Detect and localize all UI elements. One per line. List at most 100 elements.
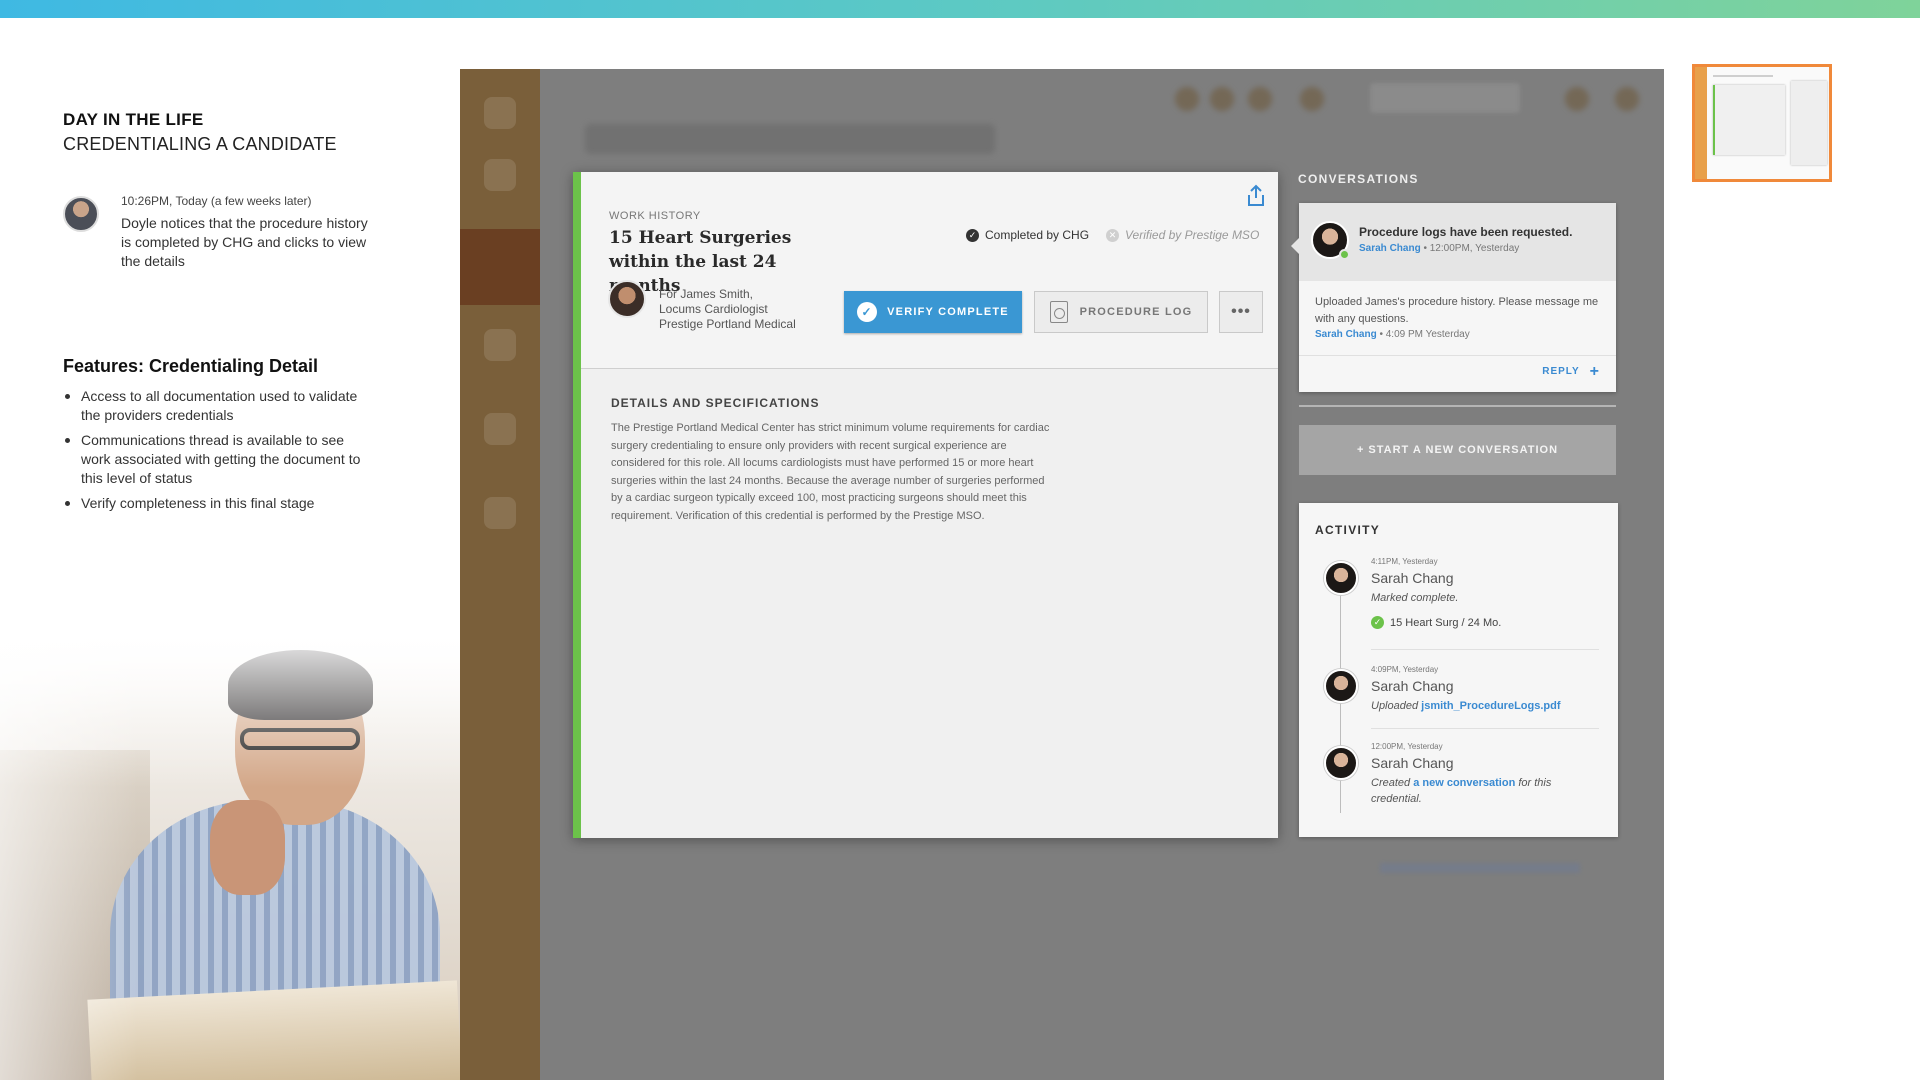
online-status-icon xyxy=(1339,249,1350,260)
activity-user: Sarah Chang xyxy=(1371,570,1454,586)
features-list: Access to all documentation used to vali… xyxy=(63,387,393,513)
reply-label: REPLY xyxy=(1542,366,1580,377)
conversation-message: Uploaded James's procedure history. Plea… xyxy=(1315,296,1599,325)
persona-photo xyxy=(0,630,460,1080)
share-icon[interactable] xyxy=(1246,184,1266,208)
start-new-conversation-button[interactable]: + START A NEW CONVERSATION xyxy=(1299,425,1616,475)
file-link[interactable]: jsmith_ProcedureLogs.pdf xyxy=(1421,700,1560,712)
sarah-avatar xyxy=(1324,669,1358,703)
thumbnail-card xyxy=(1713,85,1785,155)
candidate-info: For James Smith, Locums Cardiologist Pre… xyxy=(659,287,796,332)
procedure-log-label: PROCEDURE LOG xyxy=(1079,306,1193,318)
details-body: The Prestige Portland Medical Center has… xyxy=(611,422,1050,522)
activity-heading: ACTIVITY xyxy=(1315,523,1381,537)
screen-thumbnail[interactable] xyxy=(1692,64,1832,182)
sarah-avatar xyxy=(1324,746,1358,780)
candidate-role: Locums Cardiologist xyxy=(659,302,768,316)
candidate-avatar xyxy=(608,280,646,318)
conversation-link[interactable]: a new conversation xyxy=(1413,777,1515,789)
details-heading: DETAILS AND SPECIFICATIONS xyxy=(611,396,820,410)
feature-item: Verify completeness in this final stage xyxy=(63,494,373,513)
activity-time: 4:11PM, Yesterday xyxy=(1371,557,1438,566)
conversation-subject: Procedure logs have been requested. xyxy=(1359,225,1573,239)
status-verified-mso: ✕ Verified by Prestige MSO xyxy=(1106,228,1259,242)
top-gradient-bar xyxy=(0,0,1920,18)
activity-description: Marked complete. xyxy=(1371,592,1459,604)
meta-time: • 12:00PM, Yesterday xyxy=(1420,243,1520,254)
activity-text: Uploaded xyxy=(1371,700,1422,712)
meta-time: • 4:09 PM Yesterday xyxy=(1376,329,1470,340)
doyle-avatar xyxy=(63,196,99,232)
activity-panel: ACTIVITY 4:11PM, Yesterday Sarah Chang M… xyxy=(1299,503,1618,837)
status-chg-label: Completed by CHG xyxy=(985,228,1090,242)
app-sidebar xyxy=(460,69,540,1080)
x-circle-icon: ✕ xyxy=(1106,228,1119,242)
activity-description: Uploaded jsmith_ProcedureLogs.pdf xyxy=(1371,698,1596,714)
narrative-panel: DAY IN THE LIFE CREDENTIALING A CANDIDAT… xyxy=(63,110,393,511)
blurred-header-icon xyxy=(1210,87,1234,111)
thumbnail-sidebar xyxy=(1695,67,1707,179)
blurred-link xyxy=(1380,863,1580,873)
nav-item-icon xyxy=(484,329,516,361)
reply-button[interactable]: REPLY + xyxy=(1542,362,1600,380)
blurred-header-icon xyxy=(1300,87,1324,111)
step-time: 10:26PM, Today (a few weeks later) xyxy=(121,194,312,208)
plus-icon: + xyxy=(1589,362,1600,380)
candidate-name: For James Smith, xyxy=(659,287,754,301)
thumbnail-title xyxy=(1713,75,1773,77)
credential-detail-card: WORK HISTORY 15 Heart Surgeries within t… xyxy=(573,172,1278,838)
sarah-avatar xyxy=(1324,561,1358,595)
divider xyxy=(1299,405,1616,407)
status-completed-chg: ✓ Completed by CHG xyxy=(966,228,1089,242)
message-meta: Sarah Chang • 4:09 PM Yesterday xyxy=(1315,329,1470,340)
more-options-button[interactable]: ••• xyxy=(1219,291,1263,333)
nav-item-icon xyxy=(484,497,516,529)
nav-item-icon xyxy=(484,159,516,191)
check-icon: ✓ xyxy=(857,302,878,322)
nav-active-item xyxy=(460,229,540,305)
step-description: Doyle notices that the procedure history… xyxy=(121,215,368,269)
credential-tag-label: 15 Heart Surg / 24 Mo. xyxy=(1390,616,1502,629)
divider xyxy=(1371,649,1599,650)
photo-fade xyxy=(0,630,460,1080)
status-accent-bar xyxy=(573,172,581,838)
blurred-header-icon xyxy=(1565,87,1589,111)
check-circle-icon: ✓ xyxy=(966,228,979,242)
pdf-icon xyxy=(1049,301,1068,323)
nav-logo-icon xyxy=(484,97,516,129)
procedure-log-button[interactable]: PROCEDURE LOG xyxy=(1034,291,1208,333)
author-link[interactable]: Sarah Chang xyxy=(1359,243,1421,254)
eyebrow-subtitle: CREDENTIALING A CANDIDATE xyxy=(63,134,337,154)
activity-time: 4:09PM, Yesterday xyxy=(1371,665,1439,674)
app-screenshot: WORK HISTORY 15 Heart Surgeries within t… xyxy=(460,69,1664,1080)
nav-item-icon xyxy=(484,413,516,445)
blurred-header-icon xyxy=(1248,87,1272,111)
activity-text: Created xyxy=(1371,777,1414,789)
feature-item: Access to all documentation used to vali… xyxy=(63,387,373,425)
blurred-header-icon xyxy=(1175,87,1199,111)
blurred-page-title xyxy=(585,124,995,154)
conversation-meta: Sarah Chang • 12:00PM, Yesterday xyxy=(1359,243,1519,254)
conversation-thread[interactable]: Procedure logs have been requested. Sara… xyxy=(1291,203,1616,392)
divider xyxy=(1299,355,1616,356)
blurred-search xyxy=(1370,83,1520,113)
divider xyxy=(1371,728,1599,729)
conversations-heading: CONVERSATIONS xyxy=(1298,172,1419,186)
section-label: WORK HISTORY xyxy=(609,210,701,222)
eyebrow-title: DAY IN THE LIFE xyxy=(63,110,204,129)
candidate-facility: Prestige Portland Medical xyxy=(659,317,796,331)
credential-tag: ✓ 15 Heart Surg / 24 Mo. xyxy=(1371,616,1501,629)
feature-item: Communications thread is available to se… xyxy=(63,431,373,488)
activity-user: Sarah Chang xyxy=(1371,678,1454,694)
check-circle-icon: ✓ xyxy=(1371,616,1384,629)
activity-description: Created a new conversation for this cred… xyxy=(1371,775,1596,807)
author-link[interactable]: Sarah Chang xyxy=(1315,329,1377,340)
verify-label: VERIFY COMPLETE xyxy=(887,306,1009,318)
card-header: WORK HISTORY 15 Heart Surgeries within t… xyxy=(581,172,1278,369)
activity-time: 12:00PM, Yesterday xyxy=(1371,742,1443,751)
status-mso-label: Verified by Prestige MSO xyxy=(1125,228,1260,242)
features-title: Features: Credentialing Detail xyxy=(63,356,319,376)
verify-complete-button[interactable]: ✓ VERIFY COMPLETE xyxy=(844,291,1022,333)
blurred-header-icon xyxy=(1615,87,1639,111)
thumbnail-column xyxy=(1791,81,1827,165)
